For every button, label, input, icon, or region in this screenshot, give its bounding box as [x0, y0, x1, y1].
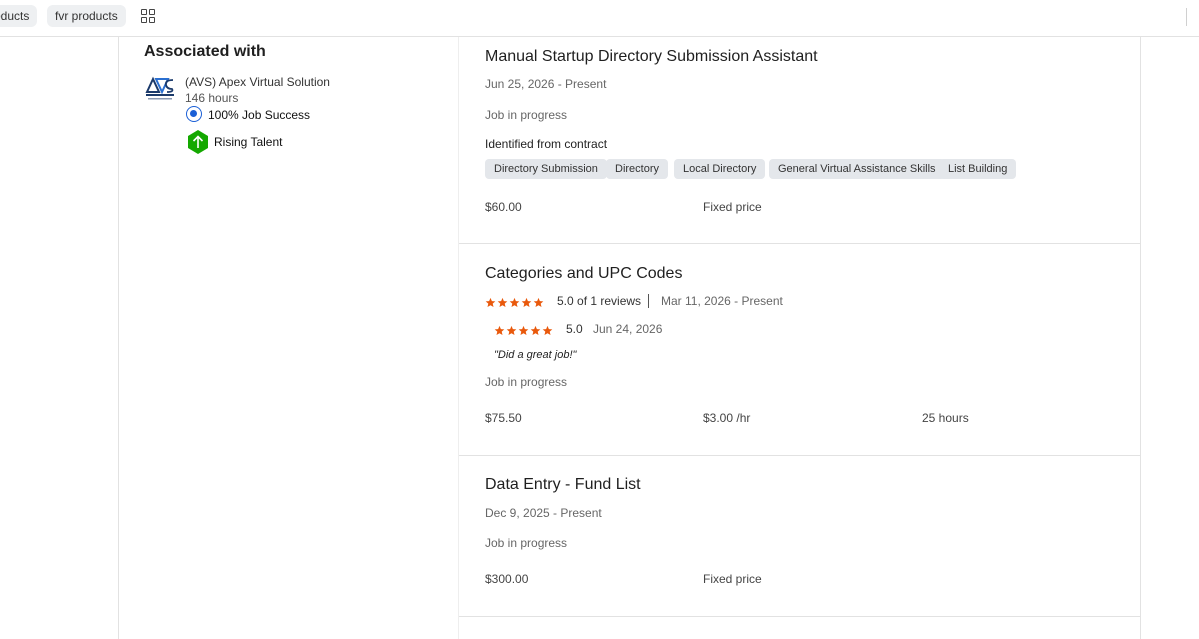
toolbar-divider	[1186, 8, 1187, 26]
agency-logo-icon[interactable]	[145, 76, 175, 102]
rising-talent-icon	[188, 130, 208, 154]
star-icon	[497, 297, 508, 308]
meta-separator	[648, 294, 649, 308]
associated-with-heading: Associated with	[144, 43, 266, 60]
review-text: "Did a great job!"	[494, 349, 577, 361]
job-status: Job in progress	[485, 375, 568, 389]
skill-tag[interactable]: Directory Submission	[485, 159, 607, 179]
bookmarks-bar: oducts fvr products	[0, 0, 1199, 37]
page-border-left	[118, 37, 119, 639]
job-title[interactable]: Data Entry - Fund List	[485, 476, 641, 494]
job-status: Job in progress	[485, 108, 568, 122]
job-amount: $60.00	[485, 200, 522, 214]
job-title[interactable]: Categories and UPC Codes	[485, 265, 682, 283]
column-divider	[458, 37, 459, 639]
skill-tag[interactable]: General Virtual Assistance Skills	[769, 159, 945, 179]
skill-tag[interactable]: List Building	[939, 159, 1017, 179]
review-date: Jun 24, 2026	[593, 322, 663, 336]
rising-talent-label: Rising Talent	[214, 135, 283, 149]
job-price-type: Fixed price	[703, 200, 762, 214]
star-icon	[506, 325, 517, 336]
bookmark-products[interactable]: oducts	[0, 5, 38, 27]
job-date: Dec 9, 2025 - Present	[485, 506, 602, 520]
job-date: Jun 25, 2026 - Present	[485, 77, 607, 91]
job-status: Job in progress	[485, 536, 568, 550]
agency-name-link[interactable]: (AVS) Apex Virtual Solution	[185, 75, 330, 89]
apps-grid-icon[interactable]	[141, 9, 155, 23]
rating-summary: 5.0 of 1 reviews	[557, 294, 642, 308]
star-icon	[509, 297, 520, 308]
star-icon	[521, 297, 532, 308]
job-amount: $300.00	[485, 572, 529, 586]
job-hours: 25 hours	[922, 411, 969, 425]
star-icon	[518, 325, 529, 336]
rating-stars	[485, 295, 545, 308]
job-divider	[459, 616, 1140, 617]
job-title[interactable]: Manual Startup Directory Submission Assi…	[485, 48, 818, 66]
skill-tag[interactable]: Directory	[606, 159, 669, 179]
job-divider	[459, 243, 1140, 244]
review-score: 5.0	[566, 322, 583, 336]
star-icon	[542, 325, 553, 336]
star-icon	[485, 297, 496, 308]
job-divider	[459, 455, 1140, 456]
job-success-icon	[186, 106, 202, 122]
review-stars	[494, 323, 554, 336]
star-icon	[494, 325, 505, 336]
job-rate: $3.00 /hr	[703, 411, 751, 425]
job-price-type: Fixed price	[703, 572, 762, 586]
page-border-right	[1140, 37, 1141, 639]
agency-hours: 146 hours	[185, 91, 239, 105]
job-date: Mar 11, 2026 - Present	[661, 294, 783, 308]
job-success-label: 100% Job Success	[208, 108, 311, 122]
bookmark-fvr-products[interactable]: fvr products	[47, 5, 126, 27]
skill-tag[interactable]: Local Directory	[674, 159, 766, 179]
star-icon	[533, 297, 544, 308]
star-icon	[530, 325, 541, 336]
identified-label: Identified from contract	[485, 137, 608, 151]
job-amount: $75.50	[485, 411, 522, 425]
